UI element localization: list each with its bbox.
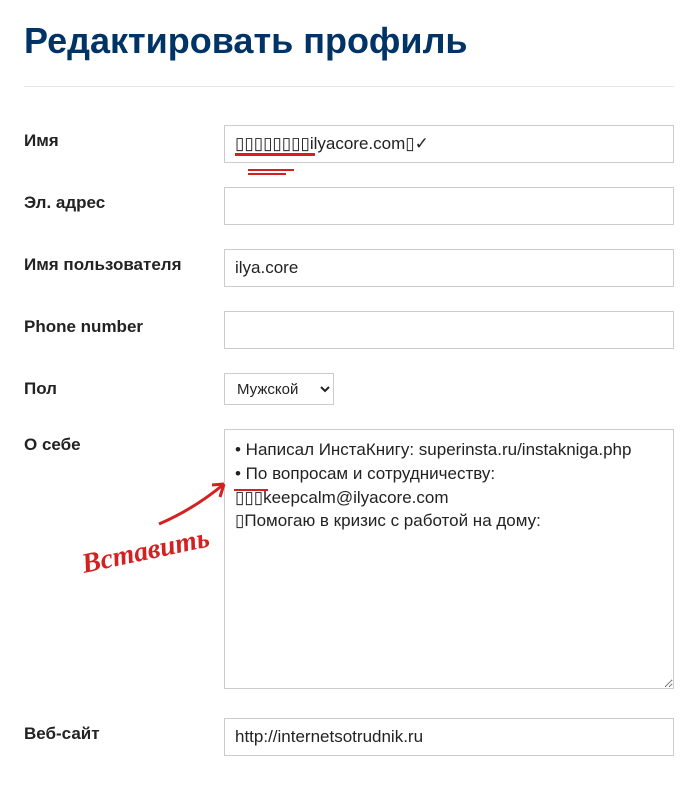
label-about: О себе <box>24 429 224 455</box>
annotation-underline <box>235 153 315 156</box>
page-title: Редактировать профиль <box>24 20 674 62</box>
label-name: Имя <box>24 125 224 151</box>
label-gender: Пол <box>24 373 224 399</box>
row-gender: Пол Мужской <box>24 373 674 405</box>
input-username[interactable] <box>224 249 674 287</box>
select-gender[interactable]: Мужской <box>224 373 334 405</box>
row-about: О себе Вставить <box>24 429 674 694</box>
annotation-handwriting: Вставить <box>78 525 248 595</box>
row-name: Имя <box>24 125 674 163</box>
row-username: Имя пользователя <box>24 249 674 287</box>
label-username: Имя пользователя <box>24 249 224 275</box>
row-website: Веб-сайт <box>24 718 674 756</box>
textarea-about[interactable] <box>224 429 674 689</box>
annotation-underline <box>248 173 286 175</box>
input-name[interactable] <box>224 125 674 163</box>
input-email[interactable] <box>224 187 674 225</box>
annotation-underline <box>234 489 268 491</box>
label-website: Веб-сайт <box>24 718 224 744</box>
divider <box>24 86 674 87</box>
annotation-underline <box>248 169 294 171</box>
input-website[interactable] <box>224 718 674 756</box>
input-phone[interactable] <box>224 311 674 349</box>
row-email: Эл. адрес <box>24 187 674 225</box>
label-email: Эл. адрес <box>24 187 224 213</box>
row-phone: Phone number <box>24 311 674 349</box>
label-phone: Phone number <box>24 311 224 337</box>
svg-text:Вставить: Вставить <box>78 525 212 580</box>
